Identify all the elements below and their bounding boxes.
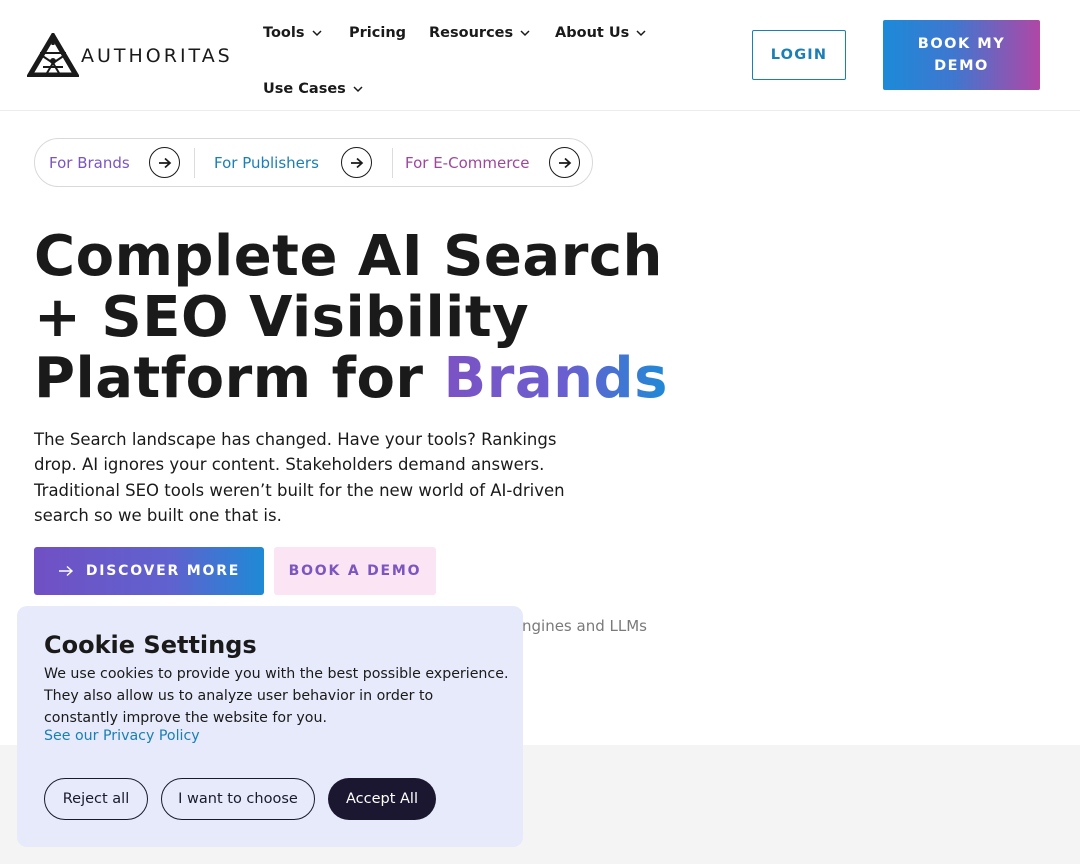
book-my-demo-line2: DEMO — [934, 58, 989, 74]
arrow-right-icon — [549, 147, 580, 178]
audience-publishers[interactable]: For Publishers — [214, 139, 394, 186]
audience-ecommerce-label: For E-Commerce — [405, 153, 530, 172]
choose-cookies-button[interactable]: I want to choose — [161, 778, 315, 820]
arrow-right-icon — [341, 147, 372, 178]
nav-resources[interactable]: Resources — [429, 25, 531, 41]
audience-selector: For Brands For Publishers For E-Commerce — [34, 138, 593, 187]
discover-more-label: DISCOVER MORE — [85, 563, 241, 579]
hero-title-line3-prefix: Platform for — [34, 346, 444, 411]
cookie-settings-panel: Cookie Settings We use cookies to provid… — [17, 606, 523, 847]
arrow-right-icon — [58, 565, 73, 577]
nav-pricing-label: Pricing — [349, 25, 407, 41]
book-a-demo-button[interactable]: BOOK A DEMO — [274, 547, 436, 595]
arrow-right-icon — [149, 147, 180, 178]
nav-pricing[interactable]: Pricing — [349, 25, 406, 41]
nav-use-cases[interactable]: Use Cases — [263, 81, 364, 97]
hero-description: The Search landscape has changed. Have y… — [34, 430, 565, 525]
reject-all-button[interactable]: Reject all — [44, 778, 148, 820]
book-my-demo-button[interactable]: BOOK MY DEMO — [883, 20, 1040, 90]
audience-brands-label: For Brands — [49, 153, 130, 172]
chevron-down-icon — [520, 30, 530, 37]
hero-title-line1: Complete AI Search — [34, 224, 663, 289]
nav-use-cases-label: Use Cases — [263, 81, 346, 97]
cookie-title: Cookie Settings — [44, 631, 257, 659]
privacy-policy-link[interactable]: See our Privacy Policy — [44, 728, 200, 744]
audience-brands[interactable]: For Brands — [49, 139, 199, 186]
pill-divider — [392, 148, 393, 178]
nav-about-us[interactable]: About Us — [555, 25, 647, 41]
chevron-down-icon — [636, 30, 646, 37]
nav-tools[interactable]: Tools — [263, 25, 323, 41]
hero-title-line3: Platform for Brands — [34, 348, 668, 409]
hero-title-accent: Brands — [443, 346, 668, 411]
authoritas-logo-icon — [27, 33, 79, 77]
logo[interactable]: AUTHORITAS — [27, 33, 233, 77]
audience-ecommerce[interactable]: For E-Commerce — [405, 139, 585, 186]
brand-name: AUTHORITAS — [81, 45, 233, 67]
nav-tools-label: Tools — [263, 25, 305, 41]
pill-divider — [194, 148, 195, 178]
hero-title-line2: + SEO Visibility — [34, 285, 530, 350]
discover-more-button[interactable]: DISCOVER MORE — [34, 547, 264, 595]
hero-subline-text: ngines and LLMs — [522, 617, 647, 635]
nav-about-us-label: About Us — [555, 25, 630, 41]
nav-resources-label: Resources — [429, 25, 514, 41]
hero-title: Complete AI Search + SEO Visibility Plat… — [34, 226, 668, 409]
site-header: AUTHORITAS Tools Pricing Resources About… — [0, 0, 1080, 111]
cookie-text: We use cookies to provide you with the b… — [44, 666, 509, 726]
book-my-demo-line1: BOOK MY — [917, 36, 1006, 52]
login-button[interactable]: LOGIN — [752, 30, 846, 80]
accept-all-button[interactable]: Accept All — [328, 778, 436, 820]
chevron-down-icon — [353, 86, 363, 93]
chevron-down-icon — [311, 30, 322, 37]
audience-publishers-label: For Publishers — [214, 153, 319, 172]
